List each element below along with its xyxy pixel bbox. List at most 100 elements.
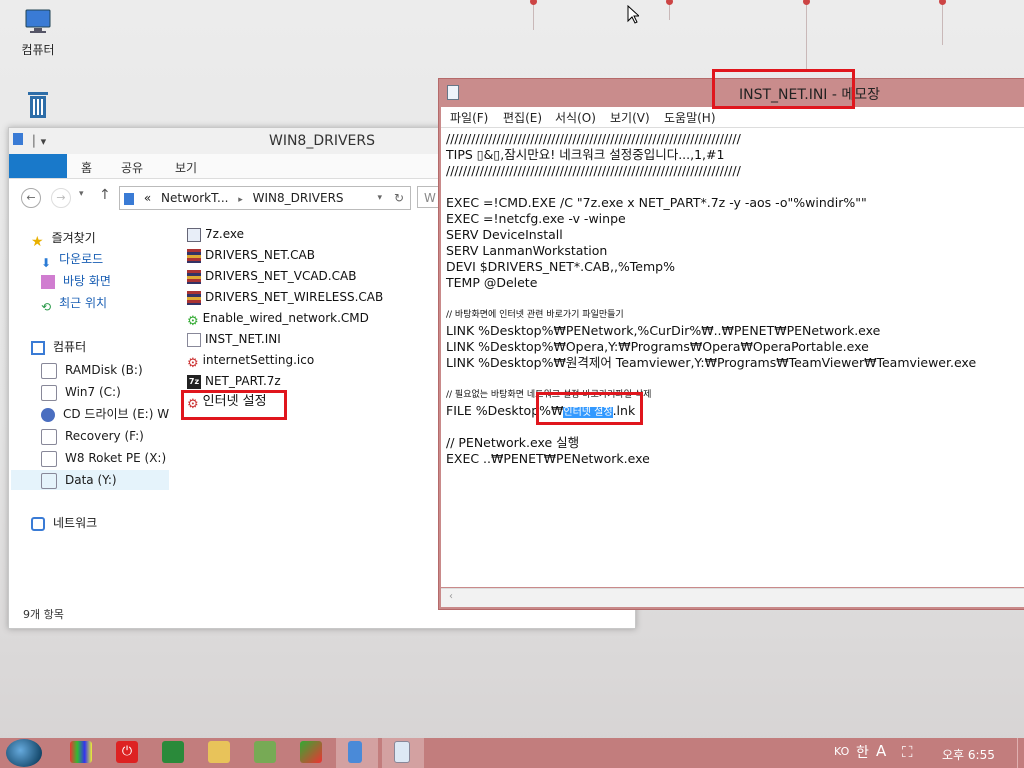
file-explorer-icon[interactable]	[208, 741, 230, 763]
7z-archive-icon: 7z	[187, 374, 201, 389]
menu-file[interactable]: 파일(F)	[450, 109, 488, 126]
computer-icon	[25, 9, 51, 33]
cursor-icon	[627, 5, 639, 24]
ribbon-tab-share[interactable]: 공유	[121, 159, 143, 176]
clock[interactable]: 오후 6:55	[942, 746, 995, 763]
notepad-icon	[394, 741, 410, 763]
nav-drive-c-label: Win7 (C:)	[65, 385, 121, 399]
taskbar-notepad-button[interactable]	[382, 738, 424, 768]
file-item[interactable]: 7z NET_PART.7z	[187, 371, 281, 391]
nav-recent[interactable]: ⟲ 최근 위치	[41, 293, 107, 314]
file-item[interactable]: 7z.exe	[187, 224, 244, 244]
text-line: LINK %Desktop%₩Opera,Y:₩Programs₩Opera₩O…	[446, 339, 869, 354]
breadcrumb-separator[interactable]: ▸	[238, 195, 243, 205]
back-button[interactable]: ←	[21, 188, 41, 208]
computer-icon	[31, 340, 45, 355]
notepad-icon	[447, 85, 459, 100]
text-line: SERV DeviceInstall	[446, 227, 563, 242]
file-item[interactable]: DRIVERS_NET_VCAD.CAB	[187, 266, 356, 286]
nav-drive-x-label: W8 Roket PE (X:)	[65, 451, 167, 465]
nav-drive-f[interactable]: Recovery (F:)	[41, 426, 144, 446]
app-icon[interactable]	[300, 741, 322, 763]
nav-desktop-label: 바탕 화면	[63, 274, 111, 288]
up-button[interactable]: ↑	[99, 187, 111, 203]
text-editor[interactable]: ////////////////////////////////////////…	[441, 127, 1024, 587]
folder-icon	[124, 192, 134, 205]
network-tool-icon[interactable]	[254, 741, 276, 763]
nav-drive-b[interactable]: RAMDisk (B:)	[41, 360, 143, 380]
horizontal-scrollbar[interactable]: ‹	[441, 588, 1024, 607]
ribbon-tab-view[interactable]: 보기	[175, 159, 197, 176]
file-item[interactable]: DRIVERS_NET.CAB	[187, 245, 315, 265]
breadcrumb-overflow[interactable]: «	[144, 191, 151, 205]
desktop-icon	[41, 274, 55, 289]
tray-tool-icon[interactable]: ⛶	[902, 743, 913, 761]
nav-drive-y[interactable]: Data (Y:)	[11, 470, 169, 490]
recent-locations-icon[interactable]: ▾	[79, 189, 84, 199]
cmd-gear-icon: ⚙	[187, 313, 199, 329]
navigation-pane: ★ 즐겨찾기 ⬇ 다운로드 바탕 화면 ⟲ 최근 위치 컴퓨터 RAMDisk (B:…	[9, 216, 169, 596]
menu-format[interactable]: 서식(O)	[555, 109, 596, 126]
nav-favorites[interactable]: ★ 즐겨찾기	[31, 228, 96, 250]
address-bar[interactable]: « NetworkT... ▸ WIN8_DRIVERS ▾ ↻	[119, 186, 411, 210]
desktop-computer[interactable]: 컴퓨터	[8, 8, 68, 58]
nav-drive-c[interactable]: Win7 (C:)	[41, 382, 121, 402]
text-line: LINK %Desktop%₩PENetwork,%CurDir%₩..₩PEN…	[446, 323, 881, 338]
start-button[interactable]	[6, 739, 42, 767]
nav-downloads[interactable]: ⬇ 다운로드	[41, 249, 103, 270]
breadcrumb-win8-drivers[interactable]: WIN8_DRIVERS	[253, 191, 344, 205]
nav-drive-y-label: Data (Y:)	[65, 473, 117, 487]
desktop-computer-label: 컴퓨터	[21, 43, 55, 57]
language-indicator[interactable]: KO	[834, 745, 849, 758]
app-green-icon[interactable]	[162, 741, 184, 763]
nav-drive-e[interactable]: CD 드라이브 (E:) W	[41, 404, 169, 424]
file-name: 7z.exe	[205, 227, 245, 241]
taskbar-explorer-button[interactable]	[336, 738, 378, 768]
nav-network-label: 네트워크	[53, 516, 98, 530]
address-dropdown-icon[interactable]: ▾	[377, 187, 382, 209]
nav-desktop[interactable]: 바탕 화면	[41, 271, 111, 291]
ribbon-file-tab[interactable]	[9, 154, 67, 178]
drive-icon	[41, 384, 57, 401]
file-name: INST_NET.INI	[205, 332, 281, 346]
ribbon-tab-home[interactable]: 홈	[81, 159, 92, 176]
notepad-window[interactable]: INST_NET.INI - 메모장 파일(F) 편집(E) 서식(O) 보기(…	[438, 78, 1024, 610]
nav-computer[interactable]: 컴퓨터	[31, 337, 86, 357]
taskbar: ⏻ KO 한 A ⛶ 오후 6:55	[0, 738, 1024, 768]
color-tool-icon[interactable]	[70, 741, 92, 763]
cab-archive-icon	[187, 269, 201, 284]
forward-button[interactable]: →	[51, 188, 71, 208]
ime-char-mode[interactable]: A	[876, 742, 886, 760]
show-desktop-button[interactable]	[1017, 738, 1024, 768]
highlight-box	[181, 390, 287, 420]
text-line: LINK %Desktop%₩원격제어 Teamviewer,Y:₩Progra…	[446, 355, 977, 370]
breadcrumb-networkt[interactable]: NetworkT...	[161, 191, 228, 205]
file-name: Enable_wired_network.CMD	[202, 311, 369, 325]
text-line: ////////////////////////////////////////…	[446, 163, 741, 178]
explorer-window-icon	[348, 741, 362, 763]
file-name: DRIVERS_NET.CAB	[205, 248, 315, 262]
menu-view[interactable]: 보기(V)	[610, 109, 650, 126]
file-name: NET_PART.7z	[205, 374, 281, 388]
scroll-left-icon[interactable]: ‹	[449, 591, 453, 602]
star-icon: ★	[31, 233, 44, 250]
cd-drive-icon	[41, 407, 55, 422]
nav-drive-b-label: RAMDisk (B:)	[65, 363, 143, 377]
ime-mode[interactable]: 한	[856, 742, 869, 762]
desktop-recycle-bin[interactable]	[8, 88, 68, 123]
refresh-icon[interactable]: ↻	[394, 187, 404, 209]
power-icon[interactable]: ⏻	[116, 741, 138, 763]
file-item[interactable]: INST_NET.INI	[187, 329, 281, 349]
menu-edit[interactable]: 편집(E)	[503, 109, 542, 126]
nav-network[interactable]: 네트워크	[31, 513, 97, 533]
drive-icon	[41, 450, 57, 467]
drive-icon	[41, 472, 57, 489]
nav-drive-x[interactable]: W8 Roket PE (X:)	[41, 448, 166, 468]
nav-drive-f-label: Recovery (F:)	[65, 429, 144, 443]
menu-help[interactable]: 도움말(H)	[664, 109, 716, 126]
file-item[interactable]: ⚙ Enable_wired_network.CMD	[187, 308, 369, 329]
settings-gear-icon: ⚙	[187, 355, 199, 371]
file-item[interactable]: DRIVERS_NET_WIRELESS.CAB	[187, 287, 383, 307]
nav-drive-e-label: CD 드라이브 (E:) W	[63, 407, 170, 421]
file-item[interactable]: ⚙ internetSetting.ico	[187, 350, 314, 371]
